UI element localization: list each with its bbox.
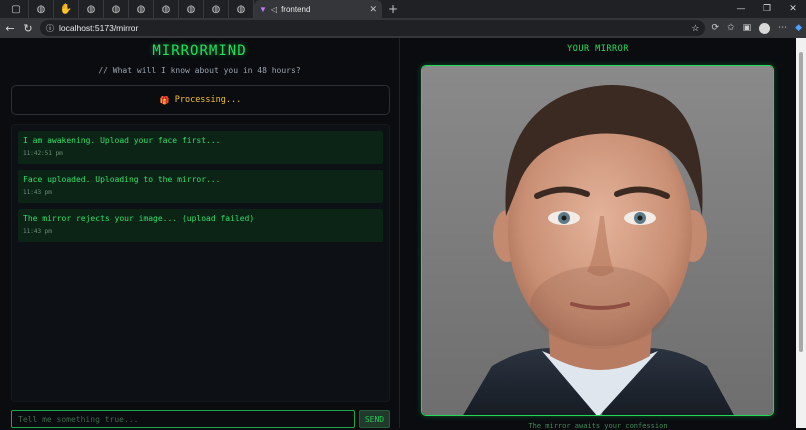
message-text: The mirror rejects your image... (upload… <box>23 214 255 223</box>
pinned-tab-globe-icon[interactable]: ◍ <box>229 0 254 18</box>
message-item: Face uploaded. Uploading to the mirror..… <box>18 170 383 203</box>
favorites-icon[interactable]: ✩ <box>727 23 735 33</box>
bookmark-star-icon[interactable]: ☆ <box>691 23 699 34</box>
gift-icon: 🎁 <box>159 95 170 105</box>
portrait-image <box>422 66 773 415</box>
pinned-tab-hand-icon[interactable]: ✋ <box>54 0 79 18</box>
address-bar[interactable]: ⓘ localhost:5173/mirror ☆ <box>40 20 706 36</box>
send-button[interactable]: SEND <box>359 410 390 428</box>
message-input[interactable] <box>11 410 355 428</box>
browser-toolbar: ← ↻ ⓘ localhost:5173/mirror ☆ ⟳ ✩ ▣ ⋯ ◆ <box>0 18 806 38</box>
pinned-tab-globe-icon[interactable]: ◍ <box>29 0 54 18</box>
reload-icon[interactable]: ↻ <box>22 22 34 35</box>
composer: SEND <box>11 410 390 428</box>
more-menu-icon[interactable]: ⋯ <box>778 23 787 33</box>
app-root: MIRRORMIND // What will I know about you… <box>0 38 796 430</box>
pinned-tab-globe-icon[interactable]: ◍ <box>179 0 204 18</box>
mirror-image-frame <box>421 65 774 416</box>
speaker-icon[interactable]: ◁ <box>271 5 277 14</box>
extension-icon[interactable]: ⟳ <box>711 23 719 33</box>
page-scrollbar[interactable] <box>796 38 806 428</box>
scrollbar-thumb[interactable] <box>799 52 803 352</box>
collections-icon[interactable]: ▣ <box>743 23 752 33</box>
message-time: 11:43 pm <box>23 228 52 235</box>
toolbar-icons: ⟳ ✩ ▣ ⋯ ◆ <box>711 22 802 34</box>
new-tab-icon[interactable]: + <box>388 2 398 16</box>
message-text: I am awakening. Upload your face first..… <box>23 136 221 145</box>
profile-avatar[interactable] <box>759 22 771 34</box>
message-text: Face uploaded. Uploading to the mirror..… <box>23 175 221 184</box>
pinned-tab-globe-icon[interactable]: ◍ <box>154 0 179 18</box>
close-window-icon[interactable]: ✕ <box>780 4 806 14</box>
tab-overview-icon[interactable]: ▢ <box>4 0 29 18</box>
close-tab-icon[interactable]: ✕ <box>369 4 377 15</box>
message-time: 11:43 pm <box>23 189 52 196</box>
mirror-title: YOUR MIRROR <box>567 44 629 54</box>
chat-panel: MIRRORMIND // What will I know about you… <box>0 38 400 428</box>
status-box: 🎁 Processing... <box>11 85 390 115</box>
brand-title: MIRRORMIND <box>152 43 247 59</box>
message-time: 11:42:51 pm <box>23 150 63 157</box>
url-text: localhost:5173/mirror <box>59 23 139 33</box>
pinned-tab-globe-icon[interactable]: ◍ <box>129 0 154 18</box>
vite-icon: ▼ <box>259 4 267 14</box>
window-controls: — ❐ ✕ <box>728 4 806 14</box>
minimize-icon[interactable]: — <box>728 4 754 14</box>
pinned-tab-globe-icon[interactable]: ◍ <box>204 0 229 18</box>
mirror-panel: YOUR MIRROR The mirror awaits your confe… <box>400 38 796 430</box>
pinned-tab-globe-icon[interactable]: ◍ <box>79 0 104 18</box>
site-info-icon[interactable]: ⓘ <box>46 23 54 34</box>
message-item: I am awakening. Upload your face first..… <box>18 131 383 164</box>
tagline: // What will I know about you in 48 hour… <box>98 66 301 75</box>
copilot-icon[interactable]: ◆ <box>795 23 802 33</box>
browser-tab-strip: ▢ ◍ ✋ ◍ ◍ ◍ ◍ ◍ ◍ ◍ ▼ ◁ frontend ✕ + — ❐… <box>0 0 806 18</box>
status-text: Processing... <box>174 95 242 105</box>
tab-title: frontend <box>281 4 311 14</box>
back-icon[interactable]: ← <box>4 22 16 35</box>
message-item: The mirror rejects your image... (upload… <box>18 209 383 242</box>
active-tab[interactable]: ▼ ◁ frontend ✕ <box>254 0 382 18</box>
restore-icon[interactable]: ❐ <box>754 4 780 14</box>
message-list[interactable]: I am awakening. Upload your face first..… <box>11 124 390 402</box>
pinned-tab-globe-icon[interactable]: ◍ <box>104 0 129 18</box>
mirror-caption: The mirror awaits your confession <box>528 422 668 430</box>
